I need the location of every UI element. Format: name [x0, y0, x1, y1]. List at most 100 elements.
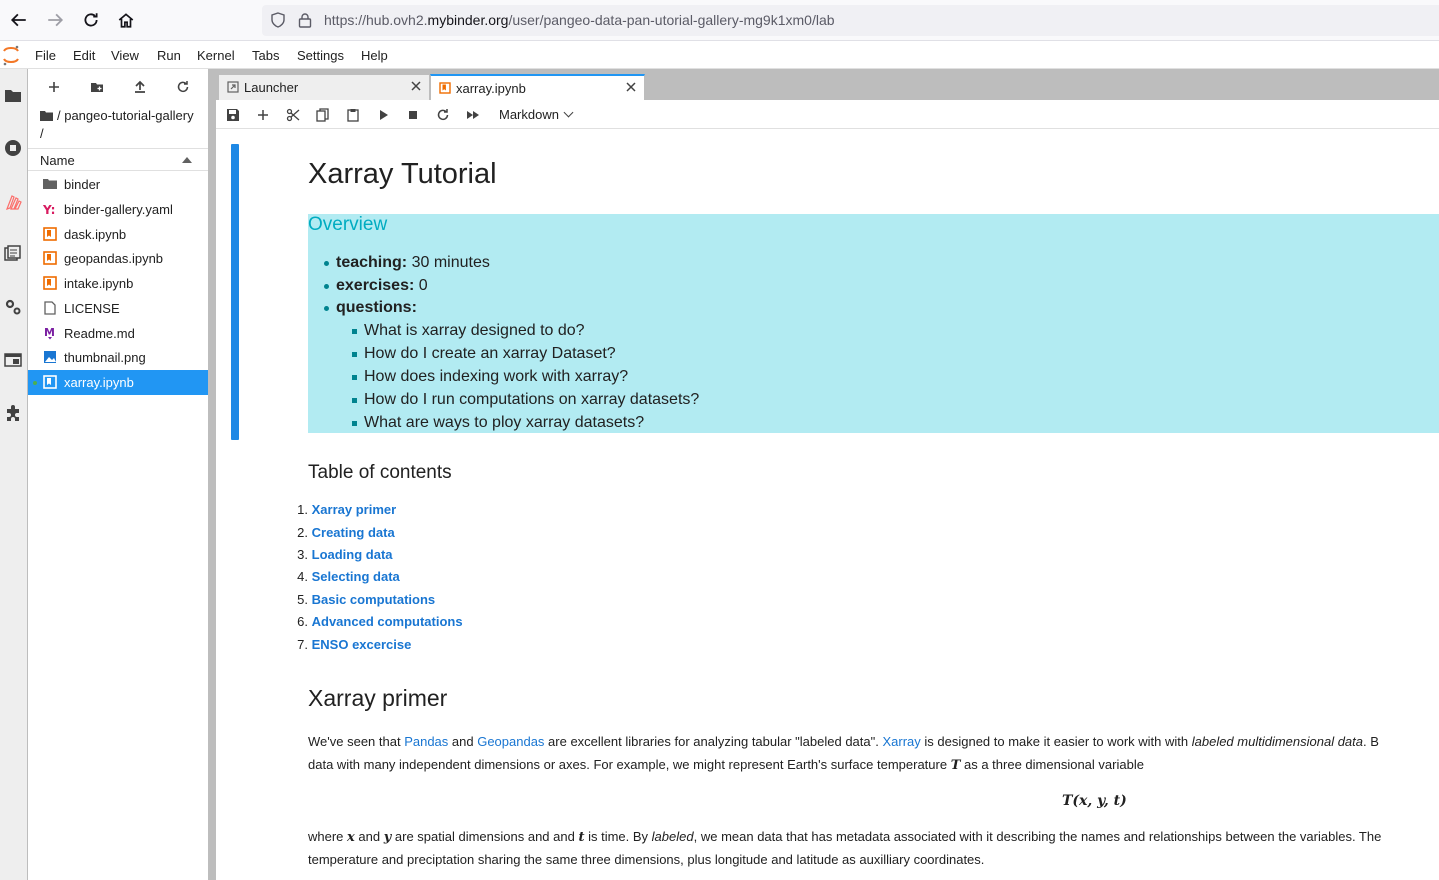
tabs-icon[interactable] [2, 349, 24, 371]
menu-view[interactable]: View [111, 48, 139, 63]
file-name: LICENSE [64, 301, 120, 316]
cut-icon[interactable] [284, 106, 302, 124]
notebook-title: Xarray Tutorial [308, 158, 497, 190]
file-name: thumbnail.png [64, 350, 146, 365]
list-item: teaching: 30 minutes [336, 254, 490, 271]
tab-launcher[interactable]: Launcher [218, 74, 430, 100]
folder-icon[interactable] [40, 110, 53, 121]
primer-heading: Xarray primer [308, 685, 448, 711]
reload-icon[interactable] [79, 8, 103, 32]
launcher-icon [227, 81, 239, 93]
file-name: intake.ipynb [64, 276, 134, 291]
menu-help[interactable]: Help [361, 48, 388, 63]
cell-type-dropdown[interactable]: Markdown [499, 107, 574, 122]
menu-tabs[interactable]: Tabs [252, 48, 279, 63]
address-bar[interactable]: https://hub.ovh2.mybinder.org/user/pange… [262, 5, 1439, 36]
notebook-content[interactable]: Xarray Tutorial Overview teaching: 30 mi… [216, 129, 1439, 880]
question-item: What is xarray designed to do? [364, 322, 585, 339]
running-kernels-icon[interactable] [2, 137, 24, 159]
paste-icon[interactable] [344, 106, 362, 124]
run-icon[interactable] [374, 106, 392, 124]
file-row[interactable]: dask.ipynb [28, 222, 208, 247]
folder-icon[interactable] [2, 84, 24, 106]
question-item: How do I create an xarray Dataset? [364, 345, 616, 362]
close-icon[interactable] [409, 79, 423, 93]
insert-cell-icon[interactable] [254, 106, 272, 124]
copy-icon[interactable] [314, 106, 332, 124]
sort-caret-icon [182, 157, 192, 163]
notebook-icon [43, 227, 57, 241]
file-row-selected[interactable]: xarray.ipynb [28, 370, 208, 395]
menu-kernel[interactable]: Kernel [197, 48, 235, 63]
active-cell-collapser[interactable] [231, 144, 239, 440]
panel-splitter[interactable] [208, 69, 216, 880]
main-dock-panel: Launcher xarray.ipynb Markdown Xarray Tu… [216, 69, 1439, 880]
bullet [324, 261, 329, 266]
lock-icon[interactable] [298, 12, 312, 28]
notebook-icon [43, 276, 57, 290]
file-row[interactable]: LICENSE [28, 296, 208, 321]
gear-icon[interactable] [2, 296, 24, 318]
property-inspector-icon[interactable] [2, 243, 24, 265]
menu-settings[interactable]: Settings [297, 48, 344, 63]
notebook-icon [439, 82, 451, 94]
name-column-header[interactable]: Name [40, 153, 75, 168]
file-browser-panel: / pangeo-tutorial-gallery / Name binder … [28, 69, 208, 880]
toc-item[interactable]: 3. Loading data [280, 547, 392, 562]
toc-item[interactable]: 4. Selecting data [280, 569, 400, 584]
refresh-icon[interactable] [173, 77, 193, 97]
home-icon[interactable] [114, 8, 138, 32]
toc-item[interactable]: 7. ENSO excercise [280, 637, 411, 652]
menu-file[interactable]: File [35, 48, 56, 63]
toc-item[interactable]: 6. Advanced computations [280, 614, 462, 629]
file-row[interactable]: thumbnail.png [28, 345, 208, 370]
menu-bar: File Edit View Run Kernel Tabs Settings … [0, 41, 1439, 69]
file-row[interactable]: Y: binder-gallery.yaml [28, 197, 208, 222]
xarray-link[interactable]: Xarray [882, 734, 920, 749]
bullet [352, 398, 357, 403]
close-icon[interactable] [624, 80, 638, 94]
toc-item[interactable]: 5. Basic computations [280, 592, 435, 607]
new-folder-icon[interactable] [87, 77, 107, 97]
upload-icon[interactable] [130, 77, 150, 97]
file-name: binder [64, 177, 101, 192]
shield-icon[interactable] [270, 12, 286, 28]
file-row[interactable]: geopandas.ipynb [28, 246, 208, 271]
file-row[interactable]: M Readme.md [28, 321, 208, 346]
tab-label: Launcher [244, 80, 299, 95]
restart-kernel-icon[interactable] [434, 106, 452, 124]
restart-run-all-icon[interactable] [464, 106, 482, 124]
jupyter-logo-icon[interactable] [2, 44, 20, 66]
url-text: https://hub.ovh2.mybinder.org/user/pange… [324, 12, 835, 28]
stop-icon[interactable] [404, 106, 422, 124]
dask-icon[interactable] [2, 191, 24, 213]
pandas-link[interactable]: Pandas [404, 734, 448, 749]
paragraph: where x and y are spatial dimensions and… [308, 829, 1382, 845]
notebook-icon [43, 251, 57, 265]
list-item: exercises: 0 [336, 277, 428, 294]
folder-icon [43, 179, 57, 189]
file-row[interactable]: intake.ipynb [28, 271, 208, 296]
browser-toolbar: https://hub.ovh2.mybinder.org/user/pange… [0, 0, 1439, 41]
image-icon [44, 351, 56, 363]
toc-item[interactable]: 1. Xarray primer [280, 502, 396, 517]
forward-icon[interactable] [43, 8, 67, 32]
extension-icon[interactable] [2, 402, 24, 424]
question-item: What are ways to ploy xarray datasets? [364, 414, 645, 431]
display-equation: T(x, y, t) [1062, 793, 1127, 809]
save-icon[interactable] [224, 106, 242, 124]
tab-xarray-notebook[interactable]: xarray.ipynb [430, 74, 645, 101]
chevron-down-icon [563, 107, 574, 118]
breadcrumb[interactable]: / pangeo-tutorial-gallery / [40, 107, 200, 143]
bullet [352, 421, 357, 426]
geopandas-link[interactable]: Geopandas [477, 734, 544, 749]
file-list-header[interactable]: Name [28, 148, 208, 171]
toc-item[interactable]: 2. Creating data [280, 525, 395, 540]
file-row[interactable]: binder [28, 172, 208, 197]
bullet [324, 306, 329, 311]
menu-run[interactable]: Run [157, 48, 181, 63]
back-icon[interactable] [7, 8, 31, 32]
list-item: questions: [336, 299, 417, 316]
menu-edit[interactable]: Edit [73, 48, 95, 63]
new-launcher-icon[interactable] [44, 77, 64, 97]
